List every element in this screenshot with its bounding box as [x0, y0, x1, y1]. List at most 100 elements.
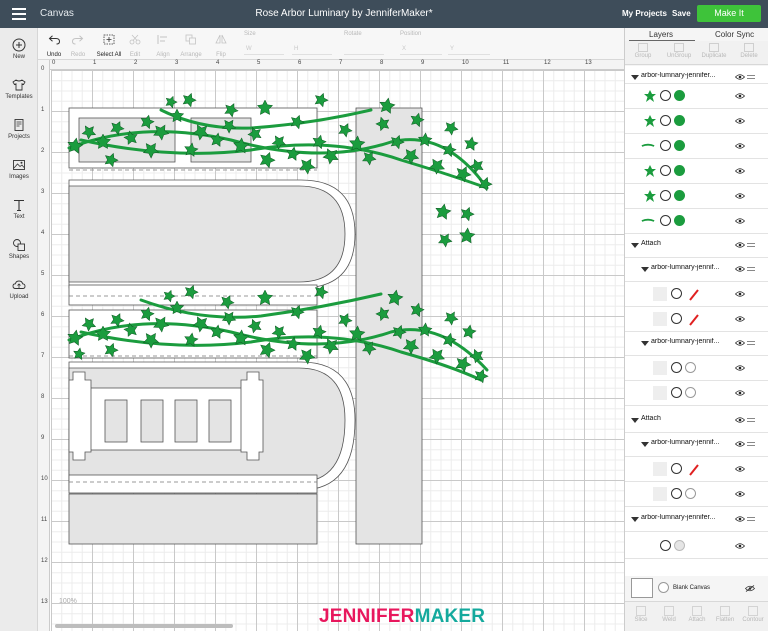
eye-icon[interactable]	[735, 417, 745, 423]
sidebar-item-new[interactable]: New	[0, 38, 38, 60]
sidebar-item-projects[interactable]: Projects	[0, 118, 38, 140]
layer-group-header[interactable]: arbor-lumnary-jennif...	[625, 433, 768, 457]
make-it-button[interactable]: Make It	[697, 5, 761, 22]
layer-color-swatch[interactable]	[674, 190, 685, 201]
drag-handle-icon[interactable]	[747, 341, 755, 345]
leaf-shape[interactable]	[181, 91, 198, 108]
eye-icon[interactable]	[735, 316, 745, 322]
layer-row[interactable]	[625, 134, 768, 159]
layer-row[interactable]	[625, 356, 768, 381]
write-operation-icon[interactable]	[671, 288, 682, 299]
layer-row[interactable]	[625, 282, 768, 307]
drag-handle-icon[interactable]	[747, 517, 755, 521]
width-input[interactable]: W	[244, 43, 284, 55]
leaf-shape[interactable]	[337, 311, 355, 328]
layer-color-swatch[interactable]	[674, 540, 685, 551]
eye-icon[interactable]	[735, 390, 745, 396]
cut-operation-icon[interactable]	[660, 140, 671, 151]
drag-handle-icon[interactable]	[747, 442, 755, 446]
eye-icon[interactable]	[735, 168, 745, 174]
eye-icon[interactable]	[735, 266, 745, 272]
group-button[interactable]: Group	[629, 43, 657, 59]
leaf-shape[interactable]	[313, 91, 330, 108]
cut-operation-icon[interactable]	[660, 540, 671, 551]
cut-operation-icon[interactable]	[660, 115, 671, 126]
leaf-shape[interactable]	[436, 231, 454, 249]
leaf-shape[interactable]	[321, 145, 342, 166]
cut-operation-icon[interactable]	[660, 215, 671, 226]
leaf-shape[interactable]	[441, 332, 457, 348]
eye-icon[interactable]	[735, 218, 745, 224]
tab-color-sync[interactable]: Color Sync	[715, 30, 754, 39]
select-all-button[interactable]: Select All	[96, 32, 122, 58]
layer-group-header[interactable]: Attach	[625, 409, 768, 433]
layer-row[interactable]	[625, 482, 768, 507]
collapse-caret-icon[interactable]	[641, 267, 649, 272]
eye-icon[interactable]	[735, 491, 745, 497]
design-canvas[interactable]: 100% JENNIFERMAKER	[51, 70, 624, 631]
undo-button[interactable]: Undo	[44, 32, 64, 58]
layer-group-header[interactable]: arbor-lumnary-jennif...	[625, 332, 768, 356]
layer-row[interactable]	[625, 532, 768, 559]
sidebar-item-text[interactable]: Text	[0, 198, 38, 220]
drag-handle-icon[interactable]	[747, 267, 755, 271]
drag-handle-icon[interactable]	[747, 418, 755, 422]
x-input[interactable]: X	[400, 43, 442, 55]
leaf-shape[interactable]	[468, 156, 486, 174]
collapse-caret-icon[interactable]	[631, 517, 639, 522]
eye-icon[interactable]	[735, 543, 745, 549]
cut-operation-icon[interactable]	[671, 488, 682, 499]
attach-button[interactable]: Attach	[683, 606, 711, 623]
leaf-shape[interactable]	[442, 309, 460, 327]
collapse-caret-icon[interactable]	[631, 243, 639, 248]
height-input[interactable]: H	[292, 43, 332, 55]
pen-draw-icon[interactable]	[687, 288, 701, 302]
sidebar-item-shapes[interactable]: Shapes	[0, 238, 38, 260]
layer-group-header[interactable]: arbor-lumnary-jennif...	[625, 258, 768, 282]
eye-icon[interactable]	[735, 118, 745, 124]
cut-operation-icon[interactable]	[671, 387, 682, 398]
align-button[interactable]: Align	[154, 32, 172, 58]
layer-row[interactable]	[625, 209, 768, 234]
eye-icon[interactable]	[735, 291, 745, 297]
leaf-shape[interactable]	[337, 121, 355, 138]
layer-row[interactable]	[625, 457, 768, 482]
drag-handle-icon[interactable]	[747, 75, 755, 79]
layer-color-swatch[interactable]	[685, 362, 696, 373]
drag-handle-icon[interactable]	[747, 243, 755, 247]
eye-icon[interactable]	[735, 74, 745, 80]
write-operation-icon[interactable]	[671, 463, 682, 474]
layer-color-swatch[interactable]	[674, 165, 685, 176]
layer-row[interactable]	[625, 184, 768, 209]
collapse-caret-icon[interactable]	[631, 75, 639, 80]
weld-button[interactable]: Weld	[655, 606, 683, 623]
cut-operation-icon[interactable]	[660, 190, 671, 201]
leaf-shape[interactable]	[461, 324, 477, 339]
layer-group-header[interactable]: arbor-lumnary-jennifer...	[625, 508, 768, 532]
eye-hidden-icon[interactable]	[745, 585, 755, 592]
layer-color-swatch[interactable]	[685, 488, 696, 499]
horizontal-scrollbar[interactable]	[55, 624, 233, 628]
layer-row[interactable]	[625, 159, 768, 184]
layer-row[interactable]	[625, 109, 768, 134]
layer-color-swatch[interactable]	[674, 140, 685, 151]
flip-button[interactable]: Flip	[212, 32, 230, 58]
eye-icon[interactable]	[735, 340, 745, 346]
slice-button[interactable]: Slice	[627, 606, 655, 623]
blank-canvas-swatch[interactable]	[631, 578, 653, 598]
pen-draw-icon[interactable]	[687, 313, 701, 327]
leaf-shape[interactable]	[459, 205, 476, 222]
layer-color-swatch[interactable]	[674, 215, 685, 226]
leaf-shape[interactable]	[459, 227, 476, 244]
contour-button[interactable]: Contour	[739, 606, 767, 623]
flatten-button[interactable]: Flatten	[711, 606, 739, 623]
collapse-caret-icon[interactable]	[641, 442, 649, 447]
sidebar-item-upload[interactable]: Upload	[0, 278, 38, 300]
leaf-shape[interactable]	[434, 203, 452, 220]
layer-group-header[interactable]: arbor-lumnary-jennifer...	[625, 66, 768, 84]
cut-operation-icon[interactable]	[660, 165, 671, 176]
leaf-shape[interactable]	[442, 119, 460, 137]
cut-operation-icon[interactable]	[671, 362, 682, 373]
collapse-caret-icon[interactable]	[641, 341, 649, 346]
menu-icon[interactable]	[12, 8, 26, 20]
